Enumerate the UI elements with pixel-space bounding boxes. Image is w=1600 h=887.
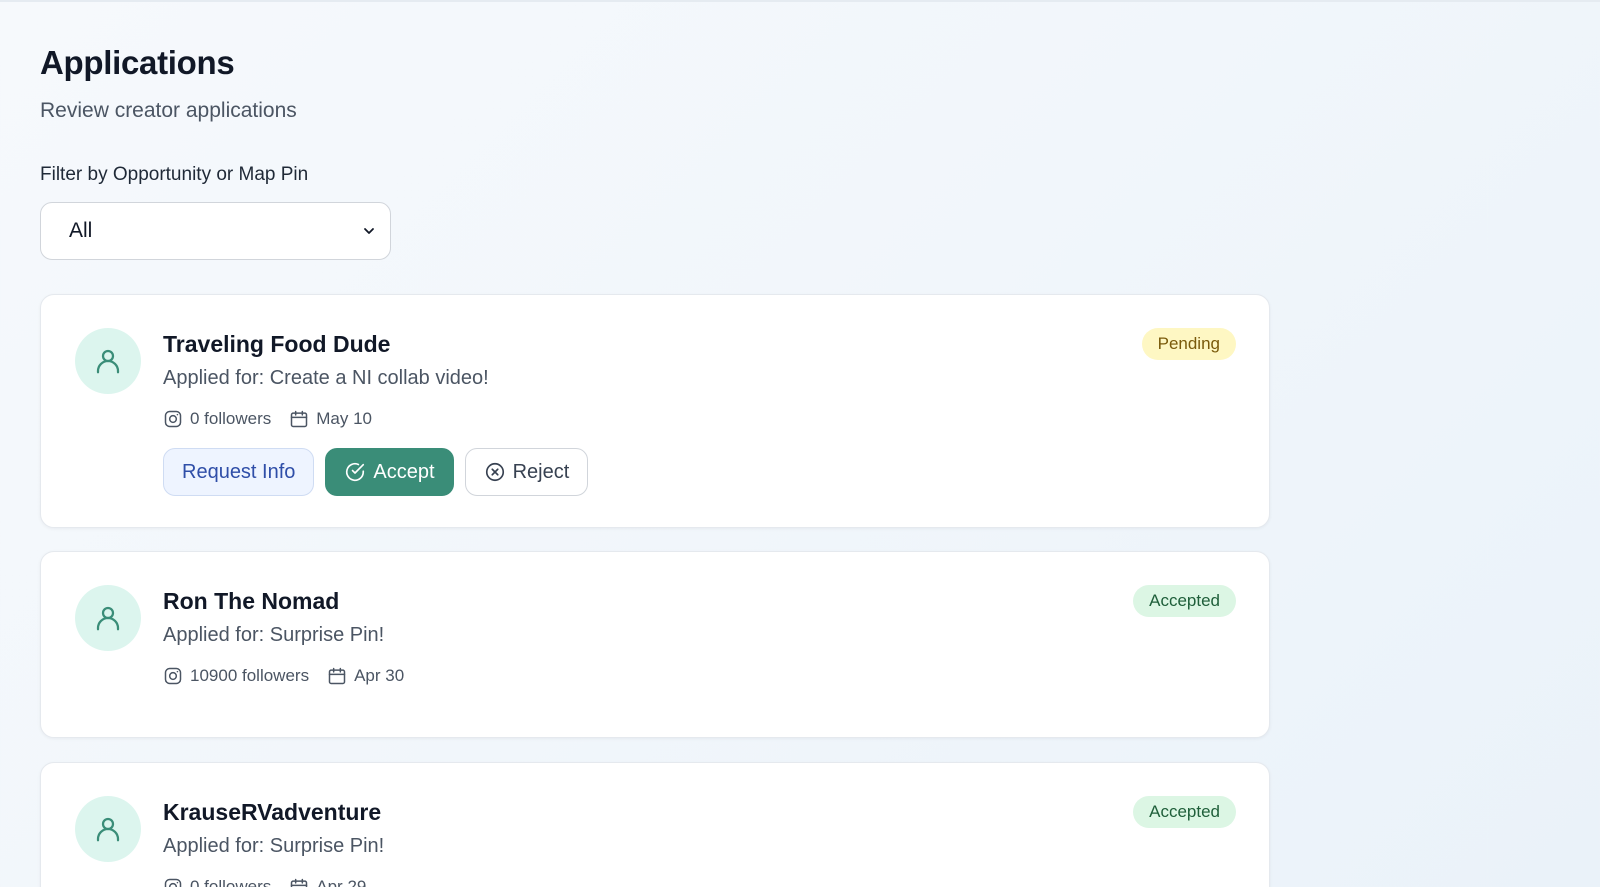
user-icon bbox=[96, 349, 120, 374]
avatar bbox=[75, 328, 141, 394]
applied-for: Applied for: Surprise Pin! bbox=[163, 624, 385, 646]
status-badge: Accepted bbox=[1133, 585, 1236, 617]
application-card: Traveling Food Dude Applied for: Create … bbox=[40, 294, 1270, 528]
user-icon bbox=[96, 606, 120, 631]
creator-name: Traveling Food Dude bbox=[163, 331, 391, 357]
instagram-icon bbox=[164, 410, 182, 428]
accept-button[interactable]: Accept bbox=[325, 448, 454, 496]
applied-for: Applied for: Create a NI collab video! bbox=[163, 367, 489, 389]
creator-meta: 0 followers May 10 bbox=[163, 409, 372, 429]
request-info-label: Request Info bbox=[182, 460, 296, 483]
accept-label: Accept bbox=[373, 460, 435, 483]
followers-count: 0 followers bbox=[190, 409, 272, 428]
applied-for: Applied for: Surprise Pin! bbox=[163, 835, 385, 857]
date-meta: Apr 29 bbox=[289, 877, 366, 887]
card-actions: Request Info Accept Reject bbox=[163, 448, 589, 496]
instagram-icon bbox=[164, 878, 182, 887]
page-title: Applications bbox=[40, 44, 235, 81]
reject-label: Reject bbox=[512, 460, 570, 483]
filter-label: Filter by Opportunity or Map Pin bbox=[40, 164, 309, 185]
date-meta: Apr 30 bbox=[327, 666, 404, 686]
creator-name: KrauseRVadventure bbox=[163, 799, 382, 825]
instagram-icon bbox=[164, 667, 182, 685]
application-card: Ron The Nomad Applied for: Surprise Pin!… bbox=[40, 551, 1270, 738]
calendar-icon bbox=[291, 410, 308, 428]
application-card: KrauseRVadventure Applied for: Surprise … bbox=[40, 762, 1270, 887]
chevron-down-icon bbox=[364, 228, 374, 234]
status-badge: Accepted bbox=[1133, 796, 1236, 828]
followers-meta: 10900 followers bbox=[163, 666, 309, 686]
reject-button[interactable]: Reject bbox=[464, 448, 589, 496]
followers-meta: 0 followers bbox=[163, 877, 271, 887]
creator-meta: 0 followers Apr 29 bbox=[163, 877, 366, 887]
page-subtitle: Review creator applications bbox=[40, 99, 297, 122]
filter-selected-value: All bbox=[69, 219, 93, 242]
user-icon bbox=[96, 817, 120, 842]
calendar-icon bbox=[291, 878, 308, 887]
applied-date: May 10 bbox=[316, 409, 373, 428]
followers-count: 0 followers bbox=[190, 877, 272, 887]
filter-select[interactable]: All bbox=[40, 202, 391, 260]
x-circle-icon bbox=[485, 462, 504, 482]
applied-date: Apr 30 bbox=[354, 666, 405, 685]
avatar bbox=[75, 796, 141, 862]
top-divider bbox=[0, 0, 1600, 2]
status-badge: Pending bbox=[1141, 328, 1236, 360]
calendar-icon bbox=[328, 667, 346, 685]
request-info-button[interactable]: Request Info bbox=[163, 448, 315, 496]
applied-date: Apr 29 bbox=[316, 877, 367, 887]
followers-count: 10900 followers bbox=[190, 666, 310, 685]
creator-meta: 10900 followers Apr 30 bbox=[163, 666, 404, 686]
avatar bbox=[75, 585, 141, 651]
followers-meta: 0 followers bbox=[163, 409, 271, 429]
creator-name: Ron The Nomad bbox=[163, 588, 340, 614]
date-meta: May 10 bbox=[289, 409, 372, 429]
check-circle-icon bbox=[346, 463, 365, 481]
